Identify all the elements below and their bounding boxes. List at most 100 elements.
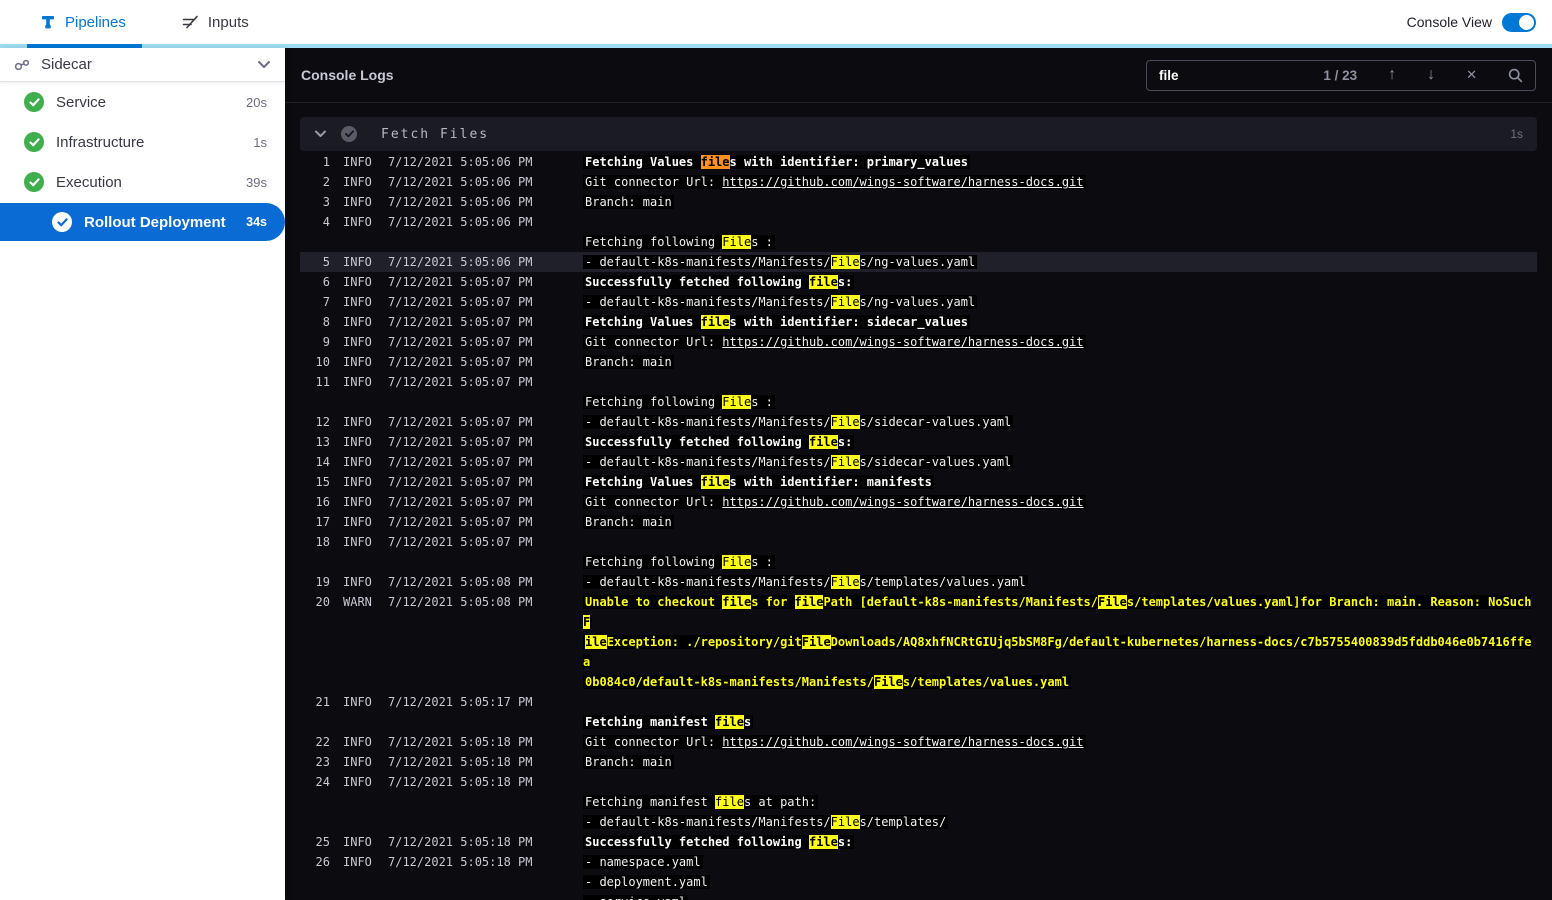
- step-duration: 34s: [246, 215, 267, 229]
- log-message: Git connector Url: https://github.com/wi…: [583, 332, 1086, 352]
- log-row: 8 INFO 7/12/2021 5:05:07 PM Fetching Values…: [300, 312, 1537, 332]
- search-prev-icon[interactable]: ↑: [1388, 66, 1396, 84]
- log-link[interactable]: https://github.com/wings-software/harnes…: [722, 495, 1083, 509]
- log-level: INFO: [343, 835, 372, 849]
- tab-inputs-label: Inputs: [207, 13, 249, 31]
- log-message: - namespace.yaml: [583, 852, 703, 872]
- log-text: - default-k8s-manifests/Manifests/: [585, 415, 831, 429]
- log-timestamp: 7/12/2021 5:05:07 PM: [388, 415, 533, 429]
- log-line-number: 24: [315, 775, 330, 789]
- log-timestamp: [388, 712, 533, 732]
- log-text: Exception: ./repository/git: [606, 635, 802, 649]
- log-line-number: [300, 872, 330, 892]
- tab-inputs[interactable]: Inputs: [182, 14, 249, 31]
- chevron-down-icon[interactable]: [257, 60, 271, 69]
- log-message: 0b084c0/default-k8s-manifests/Manifests/…: [583, 672, 1072, 692]
- search-input[interactable]: file: [1159, 68, 1179, 83]
- log-line-number: [300, 892, 330, 900]
- log-row: 25 INFO 7/12/2021 5:05:18 PM Successfully f…: [300, 832, 1537, 852]
- search-match: File: [873, 675, 903, 689]
- log-level: [343, 232, 388, 252]
- log-text: s :: [751, 395, 773, 409]
- log-level: INFO: [343, 315, 372, 329]
- search-next-icon[interactable]: ↓: [1427, 66, 1435, 84]
- log-text: Fetching Values: [585, 475, 701, 489]
- log-text: Branch: main: [585, 515, 672, 529]
- log-level: INFO: [343, 455, 372, 469]
- log-text: 0b084c0/default-k8s-manifests/Manifests/: [585, 675, 874, 689]
- log-group-header[interactable]: Fetch Files 1s: [300, 117, 1537, 151]
- log-row: Fetching following Files :: [300, 552, 1537, 572]
- step-label: Rollout Deployment: [84, 213, 226, 231]
- log-row: 4 INFO 7/12/2021 5:05:06 PM: [300, 212, 1537, 232]
- log-text: s/ng-values.yaml: [859, 255, 976, 269]
- search-match: File: [1098, 595, 1127, 609]
- log-timestamp: 7/12/2021 5:05:07 PM: [388, 355, 533, 369]
- log-line-number: 9: [322, 335, 330, 349]
- log-level: [343, 712, 388, 732]
- search-close-icon[interactable]: ✕: [1466, 67, 1477, 83]
- log-timestamp: 7/12/2021 5:05:18 PM: [388, 735, 533, 749]
- log-timestamp: [388, 892, 533, 900]
- log-level: INFO: [343, 855, 372, 869]
- success-check-icon: [24, 92, 44, 112]
- log-message: Successfully fetched following files:: [583, 432, 855, 452]
- log-text: Fetching manifest: [585, 795, 716, 809]
- search-icon[interactable]: [1508, 68, 1523, 83]
- log-timestamp: 7/12/2021 5:05:18 PM: [388, 835, 533, 849]
- log-row: 12 INFO 7/12/2021 5:05:07 PM - default-k8s-…: [300, 412, 1537, 432]
- log-level: INFO: [343, 575, 372, 589]
- log-text: s/sidecar-values.yaml: [859, 415, 1012, 429]
- search-match: file: [715, 715, 744, 729]
- collapse-chevron-icon[interactable]: [314, 130, 327, 138]
- log-level: INFO: [343, 415, 372, 429]
- log-level: INFO: [343, 255, 372, 269]
- log-timestamp: 7/12/2021 5:05:06 PM: [388, 195, 533, 209]
- log-link[interactable]: https://github.com/wings-software/harnes…: [722, 175, 1083, 189]
- toggle-knob: [1519, 14, 1534, 30]
- log-text: Fetching Values: [585, 155, 701, 169]
- console-header: Console Logs file 1 / 23 ↑ ↓ ✕: [285, 48, 1552, 103]
- log-line-number: [300, 792, 330, 812]
- log-lines: 1 INFO 7/12/2021 5:05:06 PM Fetching Values…: [300, 152, 1537, 900]
- log-search-bar[interactable]: file 1 / 23 ↑ ↓ ✕: [1146, 59, 1536, 91]
- sidebar-step-infrastructure[interactable]: Infrastructure 1s: [0, 122, 285, 162]
- search-match: ile: [585, 635, 607, 649]
- stage-header[interactable]: Sidecar: [0, 48, 285, 82]
- log-line-number: 13: [315, 435, 330, 449]
- search-match: file: [794, 595, 824, 609]
- top-bar: Pipelines Inputs Console View: [0, 0, 1552, 44]
- tab-pipelines[interactable]: Pipelines: [40, 14, 126, 31]
- log-text: - default-k8s-manifests/Manifests/: [585, 575, 831, 589]
- log-text: Branch: main: [585, 355, 672, 369]
- log-link[interactable]: https://github.com/wings-software/harnes…: [722, 735, 1083, 749]
- step-label: Service: [56, 93, 107, 111]
- sidebar-step-service[interactable]: Service 20s: [0, 82, 285, 122]
- log-link[interactable]: https://github.com/wings-software/harnes…: [722, 335, 1083, 349]
- log-level: INFO: [343, 215, 372, 229]
- log-text: s with identifier: manifests: [729, 475, 932, 489]
- log-line-number: 16: [315, 495, 330, 509]
- sidebar-step-execution[interactable]: Execution 39s: [0, 162, 285, 202]
- log-timestamp: 7/12/2021 5:05:08 PM: [388, 595, 533, 609]
- log-line-number: [300, 552, 330, 572]
- log-line-number: 3: [322, 195, 330, 209]
- log-level: INFO: [343, 195, 372, 209]
- log-row: Fetching following Files :: [300, 392, 1537, 412]
- log-timestamp: [388, 632, 533, 672]
- sidebar-step-rollout-deployment[interactable]: Rollout Deployment 34s: [0, 203, 285, 241]
- log-message: Fetching manifest files: [583, 712, 754, 732]
- log-timestamp: 7/12/2021 5:05:06 PM: [388, 215, 533, 229]
- log-level: INFO: [343, 295, 372, 309]
- log-row: 15 INFO 7/12/2021 5:05:07 PM Fetching Value…: [300, 472, 1537, 492]
- log-line-number: 7: [322, 295, 330, 309]
- search-match: file: [715, 795, 744, 809]
- log-text: - service.yaml: [585, 895, 686, 900]
- step-duration: 39s: [246, 174, 267, 190]
- log-timestamp: 7/12/2021 5:05:07 PM: [388, 275, 533, 289]
- search-match: File: [722, 555, 752, 569]
- log-level: [343, 872, 388, 892]
- log-line-number: 14: [315, 455, 330, 469]
- console-view-toggle[interactable]: [1502, 12, 1536, 32]
- log-text: Git connector Url:: [585, 175, 723, 189]
